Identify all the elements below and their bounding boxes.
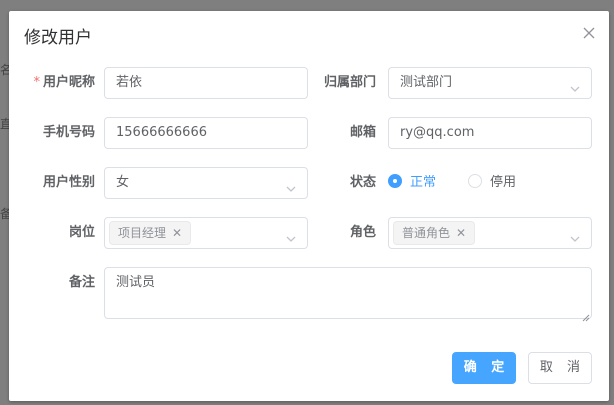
- resize-handle-icon[interactable]: [582, 309, 590, 322]
- status-radio-normal[interactable]: 正常: [388, 167, 436, 199]
- required-mark: *: [33, 75, 40, 90]
- cancel-button[interactable]: 取 消: [528, 352, 592, 384]
- remark-textarea[interactable]: 测试员: [104, 267, 592, 322]
- background-fragment: 名: [0, 63, 9, 77]
- remark-label: 备注: [68, 275, 95, 290]
- dept-label: 归属部门: [323, 75, 376, 90]
- dialog-title: 修改用户: [24, 28, 92, 48]
- post-tag: 项目经理 ✕: [109, 221, 192, 245]
- background-fragment: 备: [0, 207, 9, 221]
- radio-checked-icon: [388, 174, 402, 188]
- role-select[interactable]: 普通角色 ✕: [388, 217, 592, 249]
- role-label: 角色: [349, 225, 376, 240]
- chevron-down-icon: [569, 227, 581, 242]
- post-label: 岗位: [68, 225, 95, 240]
- chevron-down-icon: [569, 77, 581, 92]
- sex-label: 用户性别: [42, 175, 95, 190]
- edit-user-dialog: 修改用户 * 用户昵称 若依 归属部门 测试部门 手机号码 15666666666…: [9, 11, 609, 401]
- chevron-down-icon: [285, 177, 297, 192]
- phone-label: 手机号码: [42, 125, 95, 140]
- status-label: 状态: [349, 175, 376, 190]
- email-input[interactable]: ry@qq.com: [388, 117, 592, 149]
- status-radio-disabled[interactable]: 停用: [468, 167, 516, 199]
- background-fragment: 直: [0, 117, 9, 131]
- email-label: 邮箱: [349, 125, 376, 140]
- role-tag: 普通角色 ✕: [393, 221, 476, 245]
- status-radio-group: 正常 停用: [388, 167, 592, 199]
- confirm-button[interactable]: 确 定: [452, 352, 516, 384]
- post-select[interactable]: 项目经理 ✕: [104, 217, 308, 249]
- dept-select-value: 测试部门: [400, 75, 453, 90]
- remark-value: 测试员: [116, 275, 156, 290]
- sex-select[interactable]: 女: [104, 167, 308, 199]
- radio-unchecked-icon: [468, 174, 482, 188]
- nickname-input[interactable]: 若依: [104, 67, 308, 99]
- tag-close-icon[interactable]: ✕: [172, 226, 182, 240]
- chevron-down-icon: [285, 227, 297, 242]
- dept-select[interactable]: 测试部门: [388, 67, 592, 99]
- tag-close-icon[interactable]: ✕: [456, 226, 466, 240]
- phone-input[interactable]: 15666666666: [104, 117, 308, 149]
- sex-select-value: 女: [116, 175, 130, 190]
- nickname-label: * 用户昵称: [33, 75, 95, 90]
- close-icon[interactable]: [581, 25, 597, 41]
